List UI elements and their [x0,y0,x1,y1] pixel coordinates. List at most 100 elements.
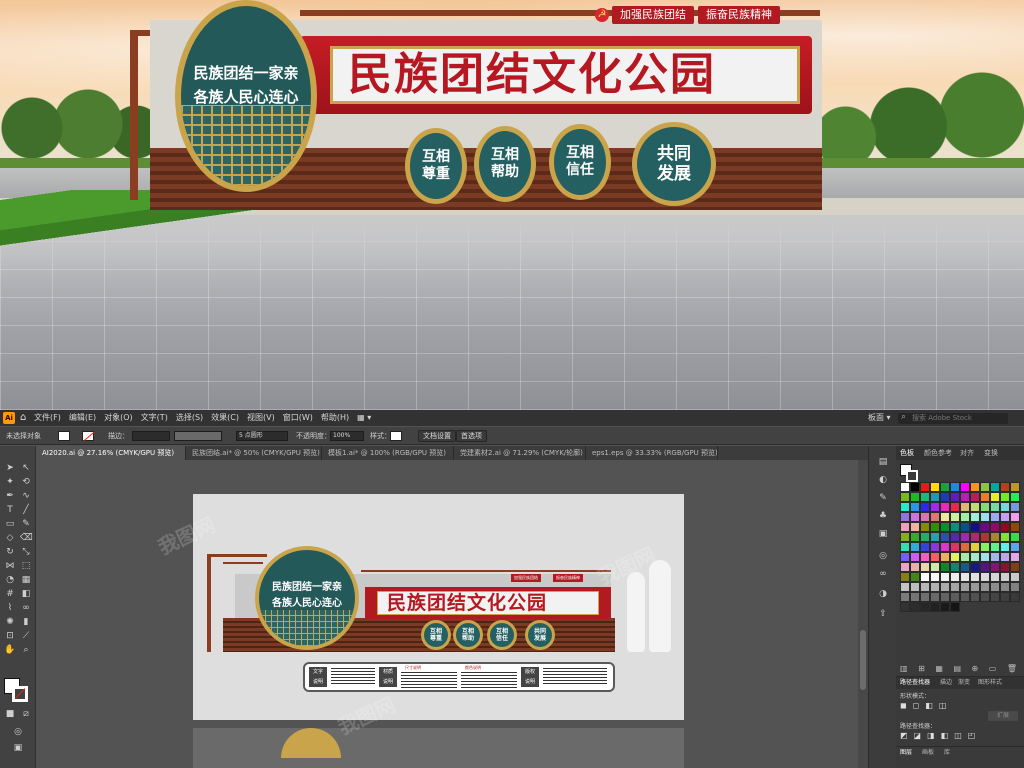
asset-export-icon[interactable]: ⇪ [877,608,889,620]
color-swatch[interactable] [910,482,920,492]
color-swatch[interactable] [1000,562,1010,572]
appearance-icon[interactable]: ◎ [877,550,889,562]
color-swatch[interactable] [960,592,970,602]
slice-tool-icon[interactable]: ⟋ [20,630,32,642]
color-swatch[interactable] [910,502,920,512]
color-swatch[interactable] [910,522,920,532]
scrollbar-thumb[interactable] [860,630,866,690]
color-swatch[interactable] [1000,572,1010,582]
document-setup-button[interactable]: 文档设置 [418,430,456,442]
brush-field[interactable]: 5 点圆形 [236,431,288,441]
color-swatch[interactable] [900,502,910,512]
color-swatch[interactable] [990,552,1000,562]
tab-eps1[interactable]: eps1.eps @ 33.33% (RGB/GPU 预览) [586,446,718,460]
color-swatch[interactable] [1010,552,1020,562]
color-swatch[interactable] [970,492,980,502]
line-tool-icon[interactable]: ╱ [20,504,32,516]
swatch-panel-footer-icons[interactable]: ▥ ⊞ ▦ ▤ ⊕ ▭ 🗑 [900,664,1020,673]
color-swatch[interactable] [930,592,940,602]
tab-minzu[interactable]: 民族团结.ai* @ 50% (CMYK/GPU 预览) [186,446,322,460]
color-swatch[interactable] [1010,562,1020,572]
color-swatch[interactable] [940,502,950,512]
color-swatch[interactable] [970,512,980,522]
none-mode-icon[interactable]: ⧄ [20,708,32,720]
tab-libraries[interactable]: 库 [944,747,950,759]
color-swatch[interactable] [1010,522,1020,532]
swatch-stroke-preview[interactable] [906,470,918,482]
color-swatch[interactable] [980,522,990,532]
color-swatch[interactable] [1000,522,1010,532]
color-swatch[interactable] [900,552,910,562]
pen-tool-icon[interactable]: ✒ [4,490,16,502]
color-swatch[interactable] [1010,482,1020,492]
color-swatch[interactable] [990,532,1000,542]
color-swatch[interactable] [1000,552,1010,562]
graphic-style-swatch[interactable] [390,431,402,441]
tab-align[interactable]: 对齐 [960,446,974,460]
color-swatch[interactable] [950,512,960,522]
color-swatch[interactable] [920,522,930,532]
color-swatch[interactable] [910,492,920,502]
pathfinder-buttons[interactable]: ◩◪◨◧◫◰ [900,731,981,740]
color-swatch[interactable] [1010,582,1020,592]
color-swatch[interactable] [990,592,1000,602]
color-swatch[interactable] [1000,532,1010,542]
hand-tool-icon[interactable]: ✋ [4,644,16,656]
color-swatch[interactable] [940,532,950,542]
color-swatch[interactable] [990,502,1000,512]
color-mode-icon[interactable]: ■ [4,708,16,720]
color-swatch[interactable] [1000,542,1010,552]
color-swatch[interactable] [960,522,970,532]
color-swatch[interactable] [970,552,980,562]
color-swatch[interactable] [970,582,980,592]
eraser-icon[interactable]: ⌫ [20,532,33,544]
color-swatch[interactable] [980,542,990,552]
color-swatch[interactable] [1000,492,1010,502]
color-swatch[interactable] [920,582,930,592]
paintbrush-icon[interactable]: ✎ [20,518,32,530]
color-swatch[interactable] [950,572,960,582]
color-swatch[interactable] [900,482,910,492]
color-swatch[interactable] [980,532,990,542]
free-transform-icon[interactable]: ⬚ [20,560,32,572]
color-swatch[interactable] [1010,492,1020,502]
menu-effect[interactable]: 效果(C) [211,410,239,426]
color-swatch[interactable] [1010,502,1020,512]
menu-window[interactable]: 窗口(W) [283,410,313,426]
color-swatch[interactable] [960,542,970,552]
color-swatch[interactable] [940,572,950,582]
color-swatch[interactable] [1000,592,1010,602]
tab-ai2020[interactable]: AI2020.ai @ 27.16% (CMYK/GPU 预览) [36,446,186,460]
color-swatch[interactable] [910,572,920,582]
tab-dangjian[interactable]: 党建素材2.ai @ 71.29% (CMYK/轮廓) [454,446,586,460]
color-swatch[interactable] [960,482,970,492]
color-swatch[interactable] [970,482,980,492]
curvature-tool-icon[interactable]: ∿ [20,490,32,502]
color-swatch[interactable] [900,522,910,532]
gradient-tool-icon[interactable]: ◧ [20,588,32,600]
symbols-icon[interactable]: ♣ [877,510,889,522]
artboard-2[interactable] [193,728,684,768]
color-swatch[interactable] [900,562,910,572]
color-swatch[interactable] [1000,512,1010,522]
tab-layers[interactable]: 图层 [900,747,912,759]
color-swatch[interactable] [930,482,940,492]
stock-search-input[interactable]: 搜索 Adobe Stock [898,412,1008,424]
width-tool-icon[interactable]: ⋈ [4,560,16,572]
color-swatch[interactable] [990,542,1000,552]
stroke-color-box[interactable] [12,686,28,702]
color-swatch[interactable] [920,482,930,492]
color-swatch[interactable] [910,592,920,602]
menu-file[interactable]: 文件(F) [34,410,61,426]
tab-template1[interactable]: 模板1.ai* @ 100% (RGB/GPU 预览) [322,446,454,460]
color-swatch[interactable] [970,542,980,552]
artboard[interactable]: 民族团结文化公园 加强民族团结 振奋民族精神 民族团结一家亲 各族人民心连心 互… [193,494,684,720]
color-swatch[interactable] [950,582,960,592]
color-swatch[interactable] [920,572,930,582]
color-swatch[interactable] [1000,482,1010,492]
color-swatch[interactable] [930,582,940,592]
color-swatch[interactable] [980,502,990,512]
color-swatch[interactable] [910,582,920,592]
mesh-tool-icon[interactable]: # [4,588,16,600]
color-swatch[interactable] [950,492,960,502]
